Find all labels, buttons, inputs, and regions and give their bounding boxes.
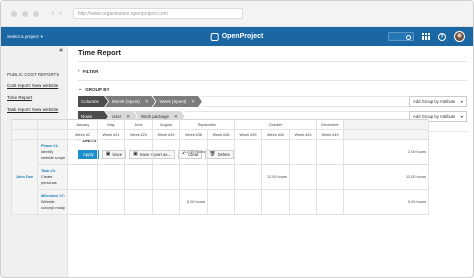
row-total-cell[interactable]: 5.00 hours	[343, 189, 430, 215]
month-header: September	[178, 119, 236, 130]
month-header: May	[97, 119, 125, 130]
project-selector[interactable]: Select a project ▾	[7, 34, 43, 40]
chevron-down-icon: ⌄	[78, 86, 83, 92]
modules-grid-icon[interactable]	[422, 32, 430, 41]
sidebar-item-task-report[interactable]: Task report: New website	[7, 107, 67, 112]
week-header: Week #2	[67, 129, 98, 140]
work-package-title: concept ready	[41, 206, 65, 210]
chevron-down-icon: ▾	[40, 33, 43, 39]
week-header: Week #40	[261, 129, 291, 140]
url-text: http://www.organisation.openproject.com	[77, 10, 168, 17]
sidebar-item-cost-report[interactable]: Cost report: New website	[7, 83, 67, 88]
logo-mark-icon	[210, 32, 219, 41]
row-total-cell[interactable]: 2.00 hours	[343, 139, 430, 165]
group-chip[interactable]: Month (Spent) ✕	[105, 96, 156, 107]
week-header: Week #49	[316, 129, 345, 140]
app-header: Select a project ▾ OpenProject ?	[1, 27, 473, 46]
week-header: Week #38	[206, 129, 236, 140]
chevron-right-icon: ›	[78, 68, 80, 74]
logo-text: OpenProject	[221, 33, 264, 40]
remove-chip-icon[interactable]: ✕	[145, 99, 149, 105]
work-package-title: Create	[41, 175, 53, 179]
work-package-title: personas	[41, 181, 57, 185]
hours-cell[interactable]: 2.00 hours	[179, 139, 208, 165]
table-corner	[37, 119, 68, 130]
total-header	[343, 129, 430, 140]
add-group-by-select[interactable]: Add Group by Attribute ▾	[409, 96, 467, 107]
work-package-title: Identify	[41, 150, 54, 154]
work-package-cell: Task #3: Create personas	[37, 164, 68, 190]
work-package-link[interactable]: Task #3:	[41, 169, 56, 173]
work-package-link[interactable]: Milestone #7:	[41, 194, 65, 198]
group-chip[interactable]: Week (Spent) ✕	[153, 96, 202, 107]
collapse-sidebar-icon[interactable]: «	[59, 47, 63, 54]
group-by-section-toggle[interactable]: ⌄ GROUP BY	[78, 86, 473, 92]
group-dropzone	[201, 96, 409, 107]
sidebar-section-title: PUBLIC COST REPORTS	[7, 72, 60, 77]
project-selector-label: Select a project	[7, 34, 39, 39]
report-table: January May June August September Octobe…	[11, 119, 430, 215]
browser-chrome: ‹ › http://www.organisation.openproject.…	[1, 1, 473, 27]
week-header: Week #43	[289, 129, 318, 140]
month-header: June	[124, 119, 153, 130]
month-header: January	[67, 119, 98, 130]
chip-label: Month (Spent)	[112, 99, 140, 104]
sidebar-item-time-report[interactable]: Time Report	[7, 95, 67, 100]
window-minimize-dot[interactable]	[22, 10, 28, 17]
add-group-label: Add Group by Attribute	[413, 99, 456, 104]
search-input[interactable]	[388, 32, 414, 41]
week-header: Week #21	[97, 129, 125, 140]
back-arrow-icon[interactable]: ‹	[52, 10, 54, 17]
group-row-label: Columns	[78, 96, 108, 107]
chevron-down-icon: ▾	[460, 114, 463, 119]
openproject-logo[interactable]: OpenProject	[210, 32, 264, 41]
table-corner	[37, 129, 68, 140]
month-header: December	[316, 119, 345, 130]
work-package-link[interactable]: Phase #1:	[41, 144, 59, 148]
hours-cell[interactable]: 5.00 hours	[179, 189, 208, 215]
work-package-cell: Milestone #7: Website concept ready	[37, 189, 68, 215]
chevron-down-icon: ▾	[460, 99, 463, 104]
group-row-columns: Columns Month (Spent) ✕ Week (Spent) ✕ A…	[78, 96, 473, 107]
user-name: John Doe	[15, 175, 34, 179]
work-package-title: Website	[41, 200, 55, 204]
week-header: Week #36	[179, 129, 208, 140]
week-header: Week #39	[234, 129, 263, 140]
work-package-title: website scope	[41, 156, 66, 160]
table-row: John Doe Phase #1: Identify website scop…	[11, 139, 430, 215]
table-row: Task #3: Create personas 12.00 hours 12.…	[12, 164, 430, 190]
hours-cell[interactable]: 12.00 hours	[261, 164, 291, 190]
window-close-dot[interactable]	[11, 10, 17, 17]
month-header: October	[234, 119, 318, 130]
help-icon[interactable]: ?	[438, 32, 446, 41]
url-bar[interactable]: http://www.organisation.openproject.com	[72, 8, 243, 19]
month-header: August	[152, 119, 180, 130]
table-corner	[11, 129, 38, 140]
page-title: Time Report	[78, 48, 467, 62]
work-package-cell: Phase #1: Identify website scope	[37, 139, 68, 165]
filter-section-toggle[interactable]: › FILTER	[78, 68, 467, 81]
total-header	[343, 119, 430, 130]
avatar[interactable]	[454, 31, 465, 42]
row-total-cell[interactable]: 12.00 hours	[343, 164, 430, 190]
browser-window: ‹ › http://www.organisation.openproject.…	[0, 0, 474, 278]
chip-label: Week (Spent)	[159, 99, 187, 104]
group-by-section-label: GROUP BY	[85, 86, 110, 92]
remove-chip-icon[interactable]: ✕	[191, 99, 195, 105]
window-maximize-dot[interactable]	[33, 10, 39, 17]
user-cell[interactable]: John Doe	[11, 139, 38, 215]
table-corner	[11, 119, 38, 130]
week-header: Week #33	[152, 129, 180, 140]
week-header: Week #24	[124, 129, 153, 140]
forward-arrow-icon[interactable]: ›	[59, 10, 61, 17]
filter-section-label: FILTER	[82, 68, 99, 74]
table-row: Milestone #7: Website concept ready 5.00…	[12, 189, 430, 215]
